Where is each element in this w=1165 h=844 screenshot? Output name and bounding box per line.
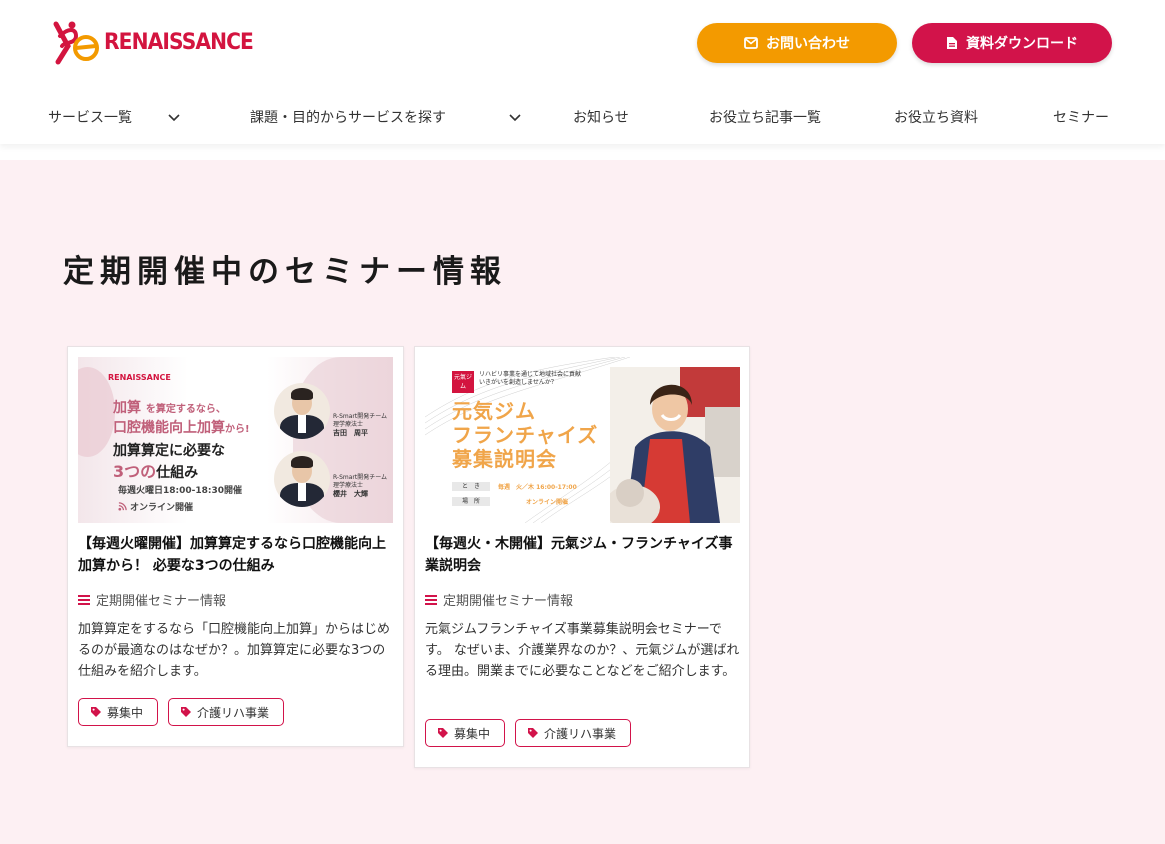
tag-icon — [91, 707, 101, 717]
menu-lines-icon — [78, 593, 90, 607]
main-nav: サービス一覧 課題・目的からサービスを探す お知らせ お役立ち記事一覧 お役立ち… — [0, 104, 1165, 130]
nav-item-label: お役立ち資料 — [894, 110, 978, 126]
nav-item-articles[interactable]: お役立ち記事一覧 — [709, 104, 821, 130]
thumbnail-when: と き毎週 火／木 16:00-17:00 — [452, 481, 612, 491]
seminar-thumbnail[interactable]: RENAISSANCE 加算 を算定するなら、 口腔機能向上加算から! 加算算定… — [78, 357, 393, 523]
chevron-down-icon[interactable] — [507, 109, 523, 125]
thumbnail-schedule: 毎週火曜日18:00-18:30開催 — [118, 486, 243, 496]
nav-item-resources[interactable]: お役立ち資料 — [894, 104, 978, 130]
menu-lines-icon — [425, 593, 437, 607]
nav-item-news[interactable]: お知らせ — [573, 104, 629, 130]
thumbnail-logo: RENAISSANCE — [108, 373, 171, 382]
nav-item-seminar[interactable]: セミナー — [1053, 104, 1109, 130]
download-button[interactable]: 資料ダウンロード — [912, 23, 1112, 63]
seminar-section: 定期開催中のセミナー情報 RENAISSANCE 加算 を算定するなら、 口腔機… — [0, 160, 1165, 844]
thumbnail-text: 口腔機能向上加算から! — [113, 420, 250, 436]
tag-list: 募集中 介護リハ事業 — [425, 719, 632, 747]
seminar-card[interactable]: 元氣ジム リハビリ事業を通じて地域社会に貢献 いきがいを創造しませんか？ 元気ジ… — [414, 346, 750, 768]
seminar-card[interactable]: RENAISSANCE 加算 を算定するなら、 口腔機能向上加算から! 加算算定… — [67, 346, 404, 747]
tag-recruiting[interactable]: 募集中 — [78, 698, 159, 726]
tag-icon — [438, 728, 448, 738]
speaker-caption: R-Smart開発チーム 理学療法士 櫻井 大輝 — [333, 474, 388, 498]
nav-item-label: サービス一覧 — [48, 110, 132, 126]
site-header: RENAISSANCE お問い合わせ 資料ダウンロード サービス一覧 課題・目的… — [0, 0, 1165, 144]
section-title: 定期開催中のセミナー情報 — [63, 254, 507, 290]
tag-icon — [181, 707, 192, 717]
renaissance-mark-icon — [53, 21, 99, 65]
thumbnail-text: 加算 を算定するなら、 — [113, 400, 226, 416]
logo-wordmark: RENAISSANCE — [104, 29, 254, 55]
seminar-title[interactable]: 【毎週火・木開催】元氣ジム・フランチャイズ事業説明会 — [425, 533, 741, 577]
rss-icon — [118, 502, 127, 511]
thumbnail-online: オンライン開催 — [118, 500, 193, 513]
contact-button[interactable]: お問い合わせ — [697, 23, 897, 63]
category-label: 定期開催セミナー情報 — [96, 594, 227, 609]
site-logo[interactable]: RENAISSANCE — [50, 16, 266, 68]
seminar-description: 元氣ジムフランチャイズ事業募集説明会セミナーです。 なぜいま、介護業界なのか？、… — [425, 622, 740, 679]
document-icon — [947, 37, 957, 49]
thumbnail-headline: 元気ジム フランチャイズ 募集説明会 — [452, 399, 599, 471]
download-button-label: 資料ダウンロード — [966, 36, 1078, 52]
tag-care-rehab[interactable]: 介護リハ事業 — [515, 719, 632, 747]
nav-item-services[interactable]: サービス一覧 — [48, 104, 132, 130]
seminar-thumbnail[interactable]: 元氣ジム リハビリ事業を通じて地域社会に貢献 いきがいを創造しませんか？ 元気ジ… — [425, 357, 740, 523]
staff-photo — [610, 367, 740, 523]
speaker-caption: R-Smart開発チーム 理学療法士 吉田 周平 — [333, 413, 388, 437]
nav-item-label: お役立ち記事一覧 — [709, 110, 821, 126]
nav-item-label: お知らせ — [573, 110, 629, 126]
tag-list: 募集中 介護リハ事業 — [78, 698, 285, 726]
seminar-category[interactable]: 定期開催セミナー情報 — [425, 590, 573, 609]
thumbnail-text: 加算算定に必要な — [113, 443, 225, 459]
thumbnail-where: 場 所オンライン開催 — [452, 496, 612, 506]
tag-icon — [528, 728, 539, 738]
chevron-down-icon[interactable] — [166, 109, 182, 125]
nav-item-find-by-purpose[interactable]: 課題・目的からサービスを探す — [250, 104, 446, 130]
envelope-icon — [744, 37, 758, 49]
category-label: 定期開催セミナー情報 — [443, 594, 574, 609]
seminar-description: 加算算定をするなら「口腔機能向上加算」からはじめるのが最適なのはなぜか？。加算算… — [78, 622, 391, 679]
tag-care-rehab[interactable]: 介護リハ事業 — [168, 698, 285, 726]
contact-button-label: お問い合わせ — [766, 36, 850, 52]
seminar-category[interactable]: 定期開催セミナー情報 — [78, 590, 226, 609]
speaker-photo — [274, 383, 330, 439]
tag-recruiting[interactable]: 募集中 — [425, 719, 506, 747]
nav-item-label: セミナー — [1053, 110, 1109, 126]
thumbnail-subtitle: リハビリ事業を通じて地域社会に貢献 いきがいを創造しませんか？ — [479, 371, 582, 386]
nav-item-label: 課題・目的からサービスを探す — [250, 110, 446, 126]
speaker-photo — [274, 451, 330, 507]
seminar-title[interactable]: 【毎週火曜開催】加算算定するなら口腔機能向上加算から！ 必要な3つの仕組み — [78, 533, 394, 577]
genki-gym-badge: 元氣ジム — [452, 371, 474, 393]
thumbnail-text: 3つの仕組み — [113, 462, 199, 481]
